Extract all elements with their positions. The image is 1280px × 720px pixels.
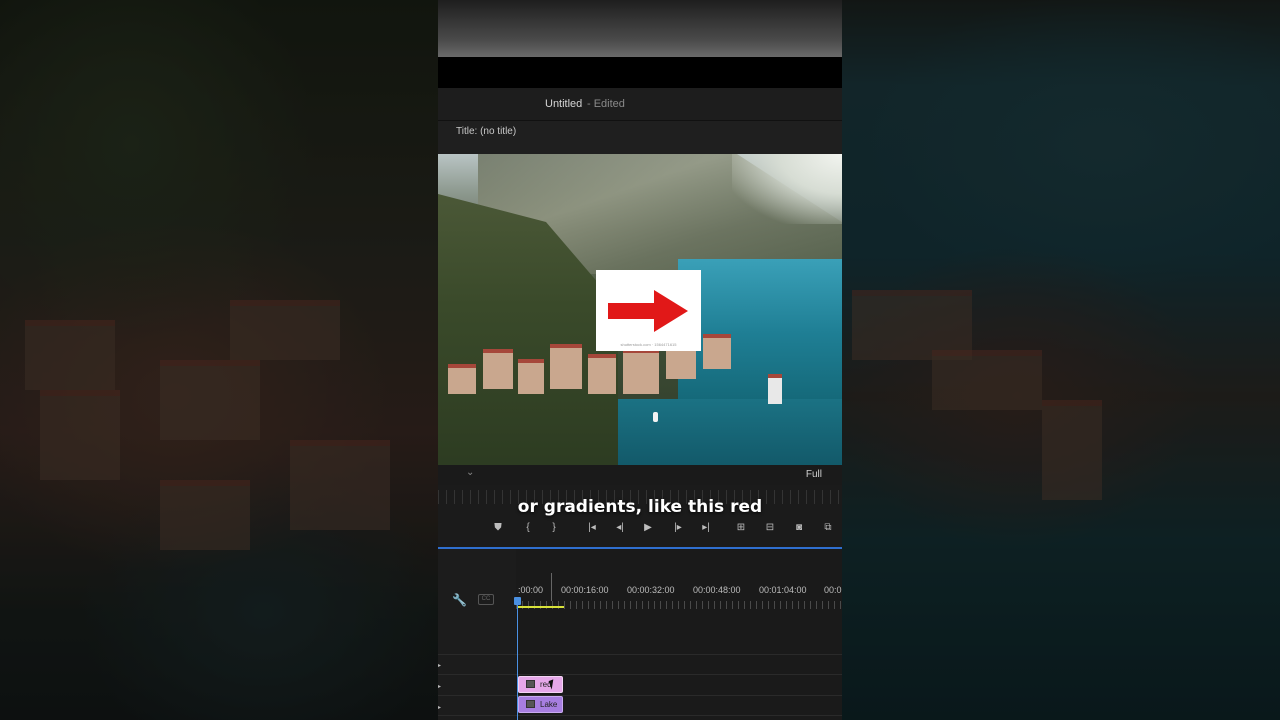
top-spacer	[438, 57, 842, 88]
building	[623, 349, 659, 394]
clip-fx-icon	[526, 680, 535, 688]
background-blur-left	[0, 0, 438, 720]
go-to-in-icon[interactable]: |◂	[582, 520, 602, 536]
program-monitor-video[interactable]: shutterstock.com · 1564471615	[438, 154, 842, 465]
background-shade	[0, 0, 438, 720]
title-row: Title: (no title)	[438, 121, 842, 154]
sequence-title: Untitled	[545, 98, 583, 110]
captions-icon[interactable]: CC	[478, 594, 494, 605]
monitor-controls-row: ⌄ Full	[438, 465, 842, 485]
timeline-timecodes: :00:00 00:00:16:00 00:00:32:00 00:00:48:…	[516, 585, 842, 599]
extract-icon[interactable]: ⊟	[760, 520, 780, 536]
editor-column: Untitled - Edited Title: (no title) shut…	[438, 0, 842, 720]
comparison-view-icon[interactable]: ⧉	[818, 520, 838, 536]
step-forward-icon[interactable]: |▸	[668, 520, 688, 536]
marker-tick	[551, 573, 552, 601]
timecode-label: 00:00:32:00	[627, 585, 675, 595]
mark-out-icon[interactable]: }	[544, 520, 564, 536]
sailboat	[653, 412, 658, 422]
timecode-label: :00:00	[518, 585, 544, 595]
arrow-body	[608, 303, 658, 319]
building	[518, 359, 544, 394]
resolution-select[interactable]: Full	[806, 469, 822, 480]
track-divider	[438, 674, 842, 675]
clip-label: Lake -	[540, 700, 558, 709]
timeline-clip-graphic[interactable]: red	[518, 676, 563, 693]
lift-icon[interactable]: ⊞	[731, 520, 751, 536]
add-marker-icon[interactable]: ⛊	[488, 520, 508, 536]
sequence-status: - Edited	[587, 98, 625, 110]
go-to-out-icon[interactable]: ▸|	[696, 520, 716, 536]
red-arrow-graphic[interactable]: shutterstock.com · 1564471615	[596, 270, 701, 351]
sky	[732, 154, 842, 224]
timeline-clip-video[interactable]: Lake -	[518, 696, 563, 713]
timeline-ruler[interactable]	[516, 601, 842, 609]
track-expand-icon[interactable]: ▸	[438, 704, 441, 711]
title-label: Title: (no title)	[456, 126, 517, 137]
step-back-icon[interactable]: ◂|	[610, 520, 630, 536]
track-divider	[438, 715, 842, 716]
camera-icon[interactable]: ◙	[789, 520, 809, 536]
timecode-label: 00:01:04:00	[759, 585, 807, 595]
playhead-handle[interactable]	[514, 597, 521, 605]
top-thumbnail	[438, 0, 842, 57]
clip-fx-icon	[526, 700, 535, 708]
timecode-label: 00:0	[824, 585, 842, 595]
building	[768, 374, 782, 404]
building	[550, 344, 582, 389]
wrench-icon[interactable]: 🔧	[452, 593, 467, 607]
track-expand-icon[interactable]: ▸	[438, 662, 441, 669]
graphic-credit: shutterstock.com · 1564471615	[620, 342, 677, 347]
building	[483, 349, 513, 389]
background-shade	[842, 0, 1280, 720]
mark-in-icon[interactable]: {	[518, 520, 538, 536]
building	[588, 354, 616, 394]
video-caption: or gradients, like this red	[517, 497, 763, 517]
building	[448, 364, 476, 394]
track-divider	[438, 695, 842, 696]
work-area-bar[interactable]	[518, 606, 564, 608]
transport-controls: ⛊ { } |◂ ◂| ▶ |▸ ▸| ⊞ ⊟ ◙ ⧉	[438, 516, 842, 542]
track-divider	[438, 654, 842, 655]
timecode-label: 00:00:16:00	[561, 585, 609, 595]
building	[703, 334, 731, 369]
play-icon[interactable]: ▶	[638, 520, 658, 536]
timeline-panel: 🔧 CC :00:00 00:00:16:00 00:00:32:00 00:0…	[438, 549, 842, 720]
arrow-right-icon	[654, 290, 688, 332]
background-blur-right	[842, 0, 1280, 720]
program-monitor-header: Untitled - Edited	[438, 88, 842, 121]
chevron-down-icon[interactable]: ⌄	[466, 467, 474, 478]
timecode-label: 00:00:48:00	[693, 585, 741, 595]
playhead-line[interactable]	[517, 599, 518, 720]
track-expand-icon[interactable]: ▸	[438, 683, 441, 690]
